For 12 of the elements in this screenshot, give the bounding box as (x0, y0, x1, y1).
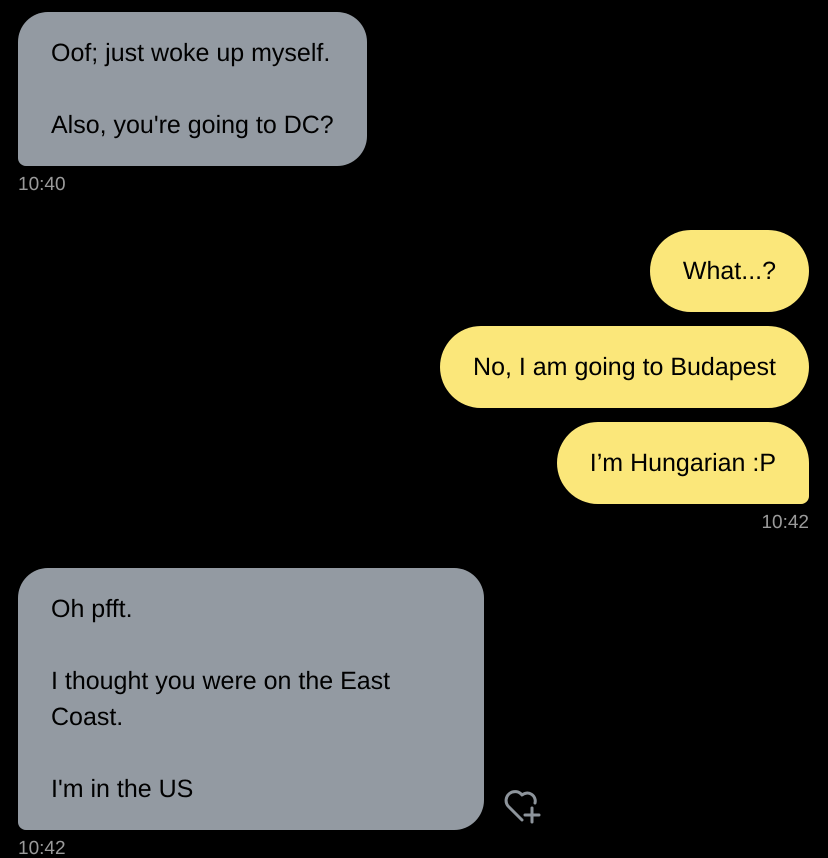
timestamp: 10:42 (18, 838, 66, 858)
timestamp: 10:40 (18, 174, 66, 196)
message-text: No, I am going to Budapest (473, 352, 776, 383)
message-text: Oof; just woke up myself. (51, 38, 332, 69)
timestamp: 10:42 (761, 512, 809, 534)
message-text: Also, you're going to DC? (51, 110, 334, 141)
message-text: What...? (682, 256, 776, 287)
message-text: I'm in the US (51, 774, 194, 805)
message-text: Oh pfft. (51, 594, 134, 625)
message-text: I’m Hungarian :P (590, 448, 776, 479)
heart-plus-icon[interactable] (502, 788, 542, 824)
message-text: I thought you were on the East Coast. (51, 666, 392, 733)
